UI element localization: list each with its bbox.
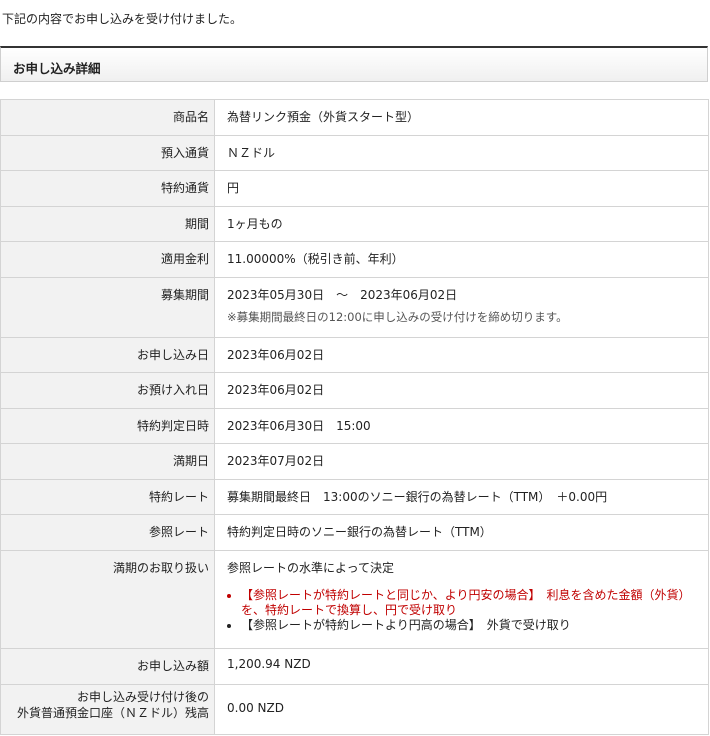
table-row-reference-rate: 参照レート 特約判定日時のソニー銀行の為替レート（TTM） [0,514,709,551]
row-value: 1ヶ月もの [214,206,709,242]
row-label: 特約判定日時 [0,408,215,444]
table-row-product: 商品名 為替リンク預金（外貨スタート型） [0,99,709,136]
row-value: 円 [214,170,709,207]
row-value: 為替リンク預金（外貨スタート型） [214,99,709,136]
table-row-deposit-currency: 預入通貨 ＮＺドル [0,135,709,171]
row-label: お申し込み日 [0,337,215,373]
row-label: 満期のお取り扱い [0,550,215,649]
row-label: 満期日 [0,443,215,480]
list-item: 【参照レートが特約レートと同じか、より円安の場合】 利息を含めた金額（外貨）を、… [241,588,708,618]
table-row-application-amount: お申し込み額 1,200.94 NZD [0,648,709,685]
row-label: 特約通貨 [0,170,215,207]
row-value: 2023年06月30日 15:00 [214,408,709,444]
section-title: お申し込み詳細 [13,61,101,76]
row-value: 1,200.94 NZD [214,648,709,685]
row-label: お預け入れ日 [0,372,215,409]
row-value: 募集期間最終日 13:00のソニー銀行の為替レート（TTM） ＋0.00円 [214,479,709,515]
table-row-special-rate: 特約レート 募集期間最終日 13:00のソニー銀行の為替レート（TTM） ＋0.… [0,479,709,515]
row-label: 適用金利 [0,241,215,278]
row-value: 2023年05月30日 ～ 2023年06月02日 ※募集期間最終日の12:00… [214,277,709,338]
row-label: 特約レート [0,479,215,515]
row-value: ＮＺドル [214,135,709,171]
row-label: 期間 [0,206,215,242]
section-header: お申し込み詳細 [0,46,708,82]
table-row-special-currency: 特約通貨 円 [0,170,709,207]
table-row-term: 期間 1ヶ月もの [0,206,709,242]
table-row-maturity-date: 満期日 2023年07月02日 [0,443,709,480]
application-details-table: 商品名 為替リンク預金（外貨スタート型） 預入通貨 ＮＺドル 特約通貨 円 期間… [0,99,709,735]
completion-message: 下記の内容でお申し込みを受け付けました。 [2,12,243,26]
row-label: お申し込み受け付け後の 外貨普通預金口座（ＮＺドル）残高 [0,684,215,735]
table-row-judgment-datetime: 特約判定日時 2023年06月30日 15:00 [0,408,709,444]
offer-period-range: 2023年05月30日 ～ 2023年06月02日 [227,288,458,302]
row-value: 2023年07月02日 [214,443,709,480]
table-row-offer-period: 募集期間 2023年05月30日 ～ 2023年06月02日 ※募集期間最終日の… [0,277,709,338]
balance-label-line2: 外貨普通預金口座（ＮＺドル）残高 [16,706,209,720]
table-row-maturity-handling: 満期のお取り扱い 参照レートの水準によって決定 【参照レートが特約レートと同じか… [0,550,709,649]
row-label: 参照レート [0,514,215,551]
row-value: 2023年06月02日 [214,372,709,409]
maturity-handling-options: 【参照レートが特約レートと同じか、より円安の場合】 利息を含めた金額（外貨）を、… [227,588,708,633]
row-value: 2023年06月02日 [214,337,709,373]
balance-label-line1: お申し込み受け付け後の [76,690,209,704]
maturity-handling-summary: 参照レートの水準によって決定 [227,561,395,575]
row-value: 特約判定日時のソニー銀行の為替レート（TTM） [214,514,709,551]
table-row-deposit-date: お預け入れ日 2023年06月02日 [0,372,709,409]
row-label: 商品名 [0,99,215,136]
row-label: お申し込み額 [0,648,215,685]
offer-period-note: ※募集期間最終日の12:00に申し込みの受け付けを締め切ります。 [227,310,568,324]
list-item: 【参照レートが特約レートより円高の場合】 外貨で受け取り [241,618,708,633]
row-value: 参照レートの水準によって決定 【参照レートが特約レートと同じか、より円安の場合】… [214,550,709,649]
row-label: 預入通貨 [0,135,215,171]
table-row-application-date: お申し込み日 2023年06月02日 [0,337,709,373]
row-label: 募集期間 [0,277,215,338]
table-row-remaining-balance: お申し込み受け付け後の 外貨普通預金口座（ＮＺドル）残高 0.00 NZD [0,684,709,735]
row-value: 11.00000%（税引き前、年利） [214,241,709,278]
table-row-rate: 適用金利 11.00000%（税引き前、年利） [0,241,709,278]
row-value: 0.00 NZD [214,684,709,735]
